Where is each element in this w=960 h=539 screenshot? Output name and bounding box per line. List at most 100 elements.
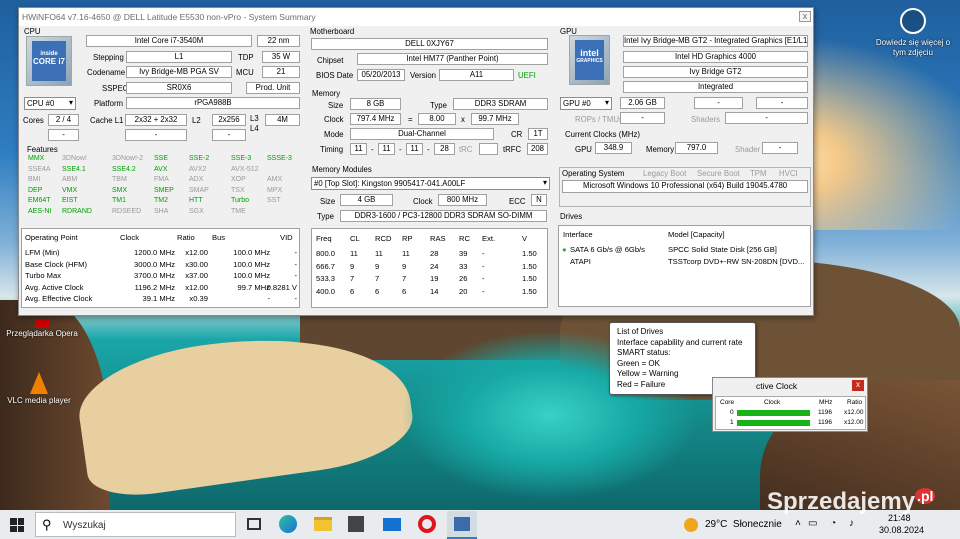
gpu-shaders: - <box>725 112 808 124</box>
cpu-cores: 2 / 4 <box>48 114 79 126</box>
edge-icon[interactable] <box>279 515 297 533</box>
feature-flag: XOP <box>231 176 246 183</box>
timing-cell: 19 <box>430 274 439 283</box>
module-clock: 800 MHz <box>438 194 487 206</box>
feature-flag: TM2 <box>154 197 168 204</box>
motherboard-section-label: Motherboard <box>310 27 355 36</box>
clk-mhz-0: 1196 <box>818 409 832 416</box>
gpu-clock: 348.9 <box>595 142 632 154</box>
memory-module-selector[interactable]: #0 [Top Slot]: Kingston 9905417-041.A00L… <box>311 177 550 190</box>
mail-icon[interactable] <box>383 518 401 531</box>
op-cell: - <box>294 294 297 303</box>
clk-header-mhz: MHz <box>819 399 833 406</box>
chipset: Intel HM77 (Panther Point) <box>357 53 548 65</box>
module-clock-label: Clock <box>413 197 433 206</box>
cpu-l2: 2x256 <box>212 114 246 126</box>
clk-core-1: 1 <box>730 419 734 426</box>
file-explorer-icon[interactable] <box>314 517 332 531</box>
hwinfo-window: HWiNFO64 v7.16-4650 @ DELL Latitude E553… <box>18 7 814 316</box>
op-cell: 3700.0 MHz <box>134 271 175 280</box>
feature-flag: SSE4A <box>28 165 51 173</box>
gpu-model: Intel HD Graphics 4000 <box>623 51 808 63</box>
cpu-selector[interactable]: CPU #0 <box>24 97 76 110</box>
gpu-selector[interactable]: GPU #0 <box>560 97 612 110</box>
timing-sep-3: - <box>427 145 430 154</box>
clock-bar-1 <box>737 420 810 426</box>
cpu-tdp: 35 W <box>262 51 300 63</box>
op-cell: x12.00 <box>185 248 208 257</box>
stepping-label: Stepping <box>93 53 124 62</box>
mem-size-label: Size <box>328 101 344 110</box>
cpu-mcu: 21 <box>262 66 300 78</box>
tray-chevron-icon[interactable]: ˄ <box>795 518 801 529</box>
feature-flag: AVX-512 <box>231 165 259 173</box>
smart-ok-icon: ● <box>562 245 567 254</box>
gpu-type: Integrated <box>623 81 808 93</box>
feature-flag: EM64T <box>28 197 51 204</box>
desktop-icon-vlc[interactable]: VLC media player <box>3 372 75 405</box>
clk-mhz-1: 1196 <box>818 419 832 426</box>
close-button[interactable]: x <box>799 11 811 22</box>
gpu-vram: 2.06 GB <box>620 97 665 109</box>
memory-section-label: Memory <box>312 89 341 98</box>
opera-icon[interactable] <box>418 515 436 533</box>
tpm-label: TPM <box>750 169 767 178</box>
op-cell: - <box>294 259 297 269</box>
feature-flag: AES-NI <box>28 207 52 215</box>
feature-flag: SHA <box>154 207 169 215</box>
feature-flag: FMA <box>154 176 169 183</box>
tdp-label: TDP <box>238 53 254 62</box>
intel-graphics-logo: intel GRAPHICS <box>569 35 610 85</box>
tray-icons[interactable]: ▭ ◔ ♪ <box>808 518 859 529</box>
cpu-platform: rPGA988B <box>126 97 300 109</box>
window-titlebar[interactable]: HWiNFO64 v7.16-4650 @ DELL Latitude E553… <box>19 8 813 26</box>
timing-cell: 7 <box>350 274 355 283</box>
op-header-cell: Ratio <box>177 233 195 242</box>
feature-flag: AVX2 <box>189 165 207 173</box>
feature-flag: EIST <box>62 197 78 204</box>
timing-cell: RCD <box>375 234 392 243</box>
mem-type: DDR3 SDRAM <box>453 98 548 110</box>
op-cell: x37.00 <box>185 271 208 280</box>
op-header-cell: Bus <box>212 233 226 242</box>
feature-flag: TBM <box>112 176 127 183</box>
desktop-icon-lens[interactable]: Dowiedz się więcej o tym zdjęciu <box>872 8 954 58</box>
timing-cell: 6 <box>402 286 407 296</box>
features-label: Features <box>27 145 58 154</box>
op-cell: - <box>294 248 297 257</box>
shader-clock-label: Shader <box>735 145 761 154</box>
timing-cell: 800.0 <box>316 249 336 258</box>
feature-flag: SSE <box>154 155 169 162</box>
feature-flag: MPX <box>267 186 283 194</box>
weather-text[interactable]: 29°C Słonecznie <box>705 519 782 530</box>
mem-clock-label: Clock <box>324 115 344 124</box>
cpu-section-label: CPU <box>24 27 41 36</box>
timing-cl: 11 <box>350 143 367 155</box>
search-icon: ⚲ <box>42 517 52 532</box>
clock-date[interactable]: 30.08.2024 <box>879 525 924 535</box>
feature-flag: 3DNow!-2 <box>112 155 144 162</box>
l4-label: L4 <box>250 124 259 133</box>
timing-cell: 24 <box>430 261 439 271</box>
feature-flag: AMX <box>267 176 283 183</box>
timing-cell: - <box>482 249 485 258</box>
store-icon[interactable] <box>348 516 364 532</box>
cpu-sspec: SR0X6 <box>126 82 232 94</box>
timing-cell: 533.3 <box>316 274 336 283</box>
search-placeholder: Wyszukaj <box>63 520 106 531</box>
cpu-stepping: L1 <box>126 51 232 63</box>
task-view-icon[interactable] <box>247 518 261 530</box>
timing-cell: 39 <box>459 249 468 258</box>
desktop-icon-opera[interactable]: Przeglądarka Opera <box>4 320 80 338</box>
feature-flag: 3DNow! <box>62 155 87 162</box>
cr-label: CR <box>511 130 523 139</box>
close-button[interactable]: x <box>852 380 864 391</box>
drive-interface: ATAPI <box>570 257 591 266</box>
timing-rp: 11 <box>406 143 423 155</box>
start-button[interactable] <box>10 518 24 532</box>
hwinfo-taskbar-icon[interactable] <box>447 511 477 539</box>
drive-model: TSSTcorp DVD+-RW SN-208DN [DVD... <box>668 257 805 266</box>
mem-clock: 797.4 MHz <box>350 113 401 125</box>
search-box[interactable]: ⚲ Wyszukaj <box>35 512 236 537</box>
gpu-shader-clock: - <box>762 142 798 154</box>
